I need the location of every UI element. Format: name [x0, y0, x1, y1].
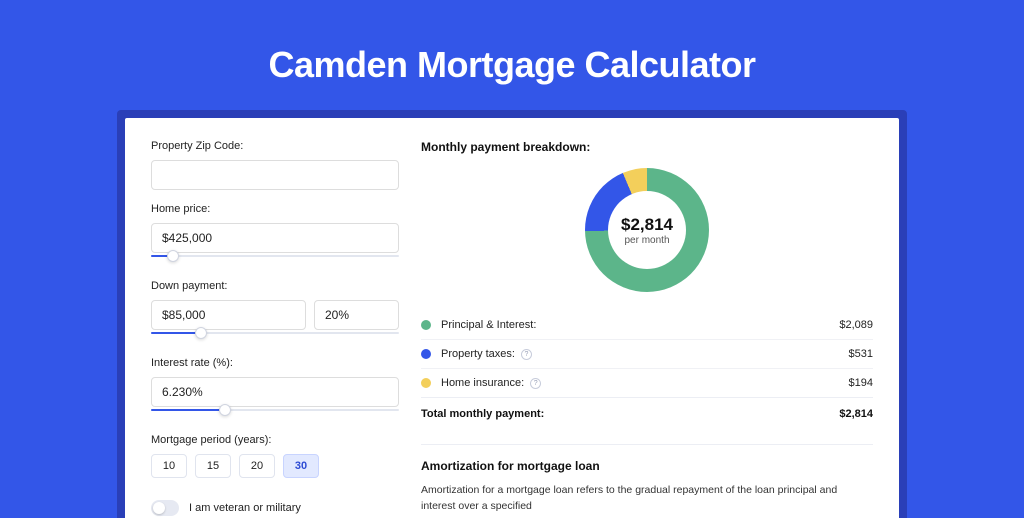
period-option-30[interactable]: 30	[283, 454, 319, 478]
legend-value: $531	[849, 348, 873, 360]
period-options: 10 15 20 30	[151, 454, 399, 478]
donut-sub: per month	[621, 235, 673, 246]
total-label: Total monthly payment:	[421, 408, 839, 420]
period-option-20[interactable]: 20	[239, 454, 275, 478]
calculator-panel: Property Zip Code: Home price: Down paym…	[125, 118, 899, 518]
legend-name: Property taxes: ?	[441, 348, 849, 360]
period-option-10[interactable]: 10	[151, 454, 187, 478]
home-price-slider[interactable]	[151, 255, 399, 267]
legend-name-text: Principal & Interest:	[441, 319, 536, 331]
veteran-label: I am veteran or military	[189, 502, 301, 514]
dot-icon	[421, 378, 431, 388]
info-icon[interactable]: ?	[530, 378, 541, 389]
home-price-input[interactable]	[151, 223, 399, 253]
legend-name: Principal & Interest:	[441, 319, 839, 331]
legend-row-insurance: Home insurance: ? $194	[421, 368, 873, 397]
legend-row-principal: Principal & Interest: $2,089	[421, 310, 873, 339]
zip-input[interactable]	[151, 160, 399, 190]
home-price-group: Home price:	[151, 203, 399, 267]
down-payment-pct-input[interactable]	[314, 300, 399, 330]
total-value: $2,814	[839, 408, 873, 420]
breakdown-column: Monthly payment breakdown: $2,814 per mo…	[421, 140, 873, 518]
down-payment-label: Down payment:	[151, 280, 399, 292]
breakdown-title: Monthly payment breakdown:	[421, 140, 873, 154]
legend-name: Home insurance: ?	[441, 377, 849, 389]
legend-name-text: Property taxes:	[441, 348, 515, 360]
amortization-section: Amortization for mortgage loan Amortizat…	[421, 444, 873, 515]
period-group: Mortgage period (years): 10 15 20 30	[151, 434, 399, 478]
donut-center: $2,814 per month	[621, 215, 673, 246]
donut-chart-wrap: $2,814 per month	[421, 168, 873, 292]
period-option-15[interactable]: 15	[195, 454, 231, 478]
legend-row-taxes: Property taxes: ? $531	[421, 339, 873, 368]
interest-group: Interest rate (%):	[151, 357, 399, 421]
veteran-toggle[interactable]	[151, 500, 179, 516]
total-row: Total monthly payment: $2,814	[421, 397, 873, 430]
legend-value: $2,089	[839, 319, 873, 331]
inputs-column: Property Zip Code: Home price: Down paym…	[151, 140, 399, 518]
interest-label: Interest rate (%):	[151, 357, 399, 369]
amortization-text: Amortization for a mortgage loan refers …	[421, 483, 873, 515]
home-price-label: Home price:	[151, 203, 399, 215]
legend-value: $194	[849, 377, 873, 389]
down-payment-amount-input[interactable]	[151, 300, 306, 330]
dot-icon	[421, 320, 431, 330]
info-icon[interactable]: ?	[521, 349, 532, 360]
page-title: Camden Mortgage Calculator	[0, 0, 1024, 110]
legend-name-text: Home insurance:	[441, 377, 524, 389]
interest-slider[interactable]	[151, 409, 399, 421]
donut-value: $2,814	[621, 215, 673, 235]
period-label: Mortgage period (years):	[151, 434, 399, 446]
veteran-row: I am veteran or military	[151, 500, 399, 516]
calculator-frame: Property Zip Code: Home price: Down paym…	[117, 110, 907, 518]
interest-input[interactable]	[151, 377, 399, 407]
amortization-title: Amortization for mortgage loan	[421, 459, 873, 473]
donut-chart: $2,814 per month	[585, 168, 709, 292]
zip-label: Property Zip Code:	[151, 140, 399, 152]
down-payment-slider[interactable]	[151, 332, 399, 344]
down-payment-group: Down payment:	[151, 280, 399, 344]
zip-group: Property Zip Code:	[151, 140, 399, 190]
dot-icon	[421, 349, 431, 359]
